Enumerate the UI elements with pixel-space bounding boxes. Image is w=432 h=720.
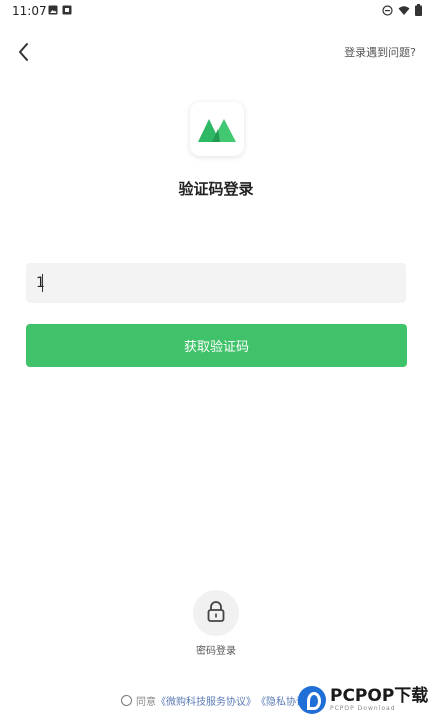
back-arrow-icon[interactable] [12, 40, 36, 64]
notification-icon [62, 5, 72, 15]
battery-icon [415, 4, 422, 16]
do-not-disturb-icon [382, 4, 393, 16]
watermark-text: PCPOP下载 PCPOP Download [330, 686, 429, 713]
status-time: 11:07 [12, 4, 47, 18]
pcpop-logo-icon [298, 686, 326, 714]
login-help-link[interactable]: 登录遇到问题? [344, 44, 416, 60]
phone-input[interactable] [26, 263, 406, 303]
service-agreement-link[interactable]: 《微购科技服务协议》 [156, 693, 256, 708]
status-bar: 11:07 [0, 0, 432, 22]
agreement-row: 同意 《微购科技服务协议》 《隐私协议 [121, 693, 306, 708]
get-code-button[interactable]: 获取验证码 [26, 324, 407, 367]
watermark-brand: PCPOP下载 [330, 686, 429, 706]
image-icon [48, 5, 58, 15]
agreement-checkbox[interactable] [121, 695, 132, 706]
password-login-label: 密码登录 [196, 646, 236, 657]
lock-icon [207, 601, 225, 622]
watermark-sub: PCPOP Download [330, 705, 396, 712]
text-cursor [42, 274, 43, 292]
password-login-button[interactable] [193, 590, 239, 636]
pcpop-watermark: PCPOP下载 PCPOP Download [298, 680, 432, 720]
mountain-logo-icon [198, 119, 236, 142]
wifi-icon [398, 5, 410, 15]
status-right [382, 4, 422, 16]
agreement-prefix: 同意 [136, 697, 156, 708]
app-logo [190, 102, 244, 156]
page-title: 验证码登录 [178, 180, 254, 198]
